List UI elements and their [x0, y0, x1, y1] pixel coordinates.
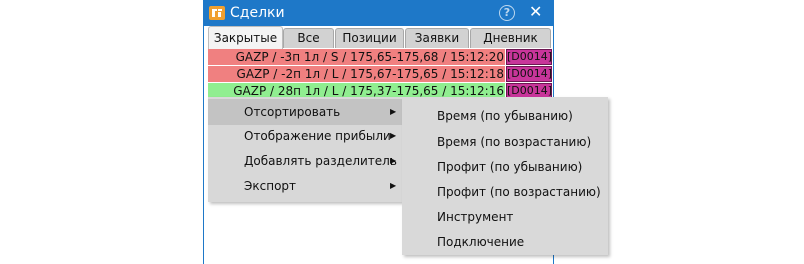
deal-tag-badge: [D0014] — [506, 49, 553, 65]
menu-item-label: Экспорт — [244, 179, 297, 193]
submenu-item-label: Профит (по возрастанию) — [437, 185, 601, 199]
submenu-item-time-asc[interactable]: Время (по возрастанию) — [402, 129, 608, 155]
context-menu: Отсортировать ▶ Отображение прибыли ▶ До… — [208, 97, 402, 202]
deal-text: GAZP / -2п 1л / L / 175,67-175,65 / 15:1… — [208, 66, 505, 82]
tab-all[interactable]: Все — [283, 28, 334, 48]
submenu-item-label: Подключение — [437, 235, 525, 249]
menu-item-sort[interactable]: Отсортировать ▶ — [208, 99, 402, 125]
tab-closed[interactable]: Закрытые — [208, 26, 283, 49]
submenu-item-label: Время (по возрастанию) — [437, 135, 592, 149]
close-icon[interactable]: ✕ — [529, 3, 542, 21]
menu-item-label: Отсортировать — [244, 105, 341, 119]
submenu-arrow-icon: ▶ — [390, 107, 397, 116]
tab-bar: Закрытые Все Позиции Заявки Дневник — [204, 26, 553, 49]
deals-list: GAZP / -3п 1л / S / 175,65-175,68 / 15:1… — [208, 49, 553, 100]
deal-text: GAZP / -3п 1л / S / 175,65-175,68 / 15:1… — [208, 49, 505, 65]
submenu-item-label: Профит (по убыванию) — [437, 160, 583, 174]
window-title: Сделки — [230, 5, 285, 21]
submenu-item-profit-desc[interactable]: Профит (по убыванию) — [402, 154, 608, 180]
submenu-item-profit-asc[interactable]: Профит (по возрастанию) — [402, 179, 608, 205]
submenu-item-instrument[interactable]: Инструмент — [402, 204, 608, 230]
help-icon[interactable]: ? — [499, 5, 515, 21]
submenu-arrow-icon: ▶ — [390, 181, 397, 190]
menu-item-add-separator[interactable]: Добавлять разделитель ▶ — [208, 148, 402, 174]
title-bar[interactable]: Сделки ? ✕ — [204, 0, 553, 26]
deal-tag-badge: [D0014] — [506, 66, 553, 82]
menu-item-export[interactable]: Экспорт ▶ — [208, 173, 402, 199]
submenu-arrow-icon: ▶ — [390, 131, 397, 140]
submenu-item-time-desc[interactable]: Время (по убыванию) — [402, 103, 608, 129]
tab-positions[interactable]: Позиции — [335, 28, 404, 48]
submenu-item-label: Время (по убыванию) — [437, 109, 573, 123]
menu-item-label: Добавлять разделитель — [244, 154, 397, 168]
sort-submenu: Время (по убыванию) Время (по возрастани… — [402, 97, 608, 255]
deal-row[interactable]: GAZP / -2п 1л / L / 175,67-175,65 / 15:1… — [208, 66, 553, 82]
menu-item-label: Отображение прибыли — [244, 129, 391, 143]
tab-journal[interactable]: Дневник — [470, 28, 551, 48]
submenu-item-label: Инструмент — [437, 210, 514, 224]
app-logo-icon — [209, 6, 225, 20]
menu-item-profit-display[interactable]: Отображение прибыли ▶ — [208, 123, 402, 149]
submenu-arrow-icon: ▶ — [390, 156, 397, 165]
tab-orders[interactable]: Заявки — [405, 28, 469, 48]
submenu-item-connection[interactable]: Подключение — [402, 229, 608, 255]
deal-row[interactable]: GAZP / -3п 1л / S / 175,65-175,68 / 15:1… — [208, 49, 553, 65]
